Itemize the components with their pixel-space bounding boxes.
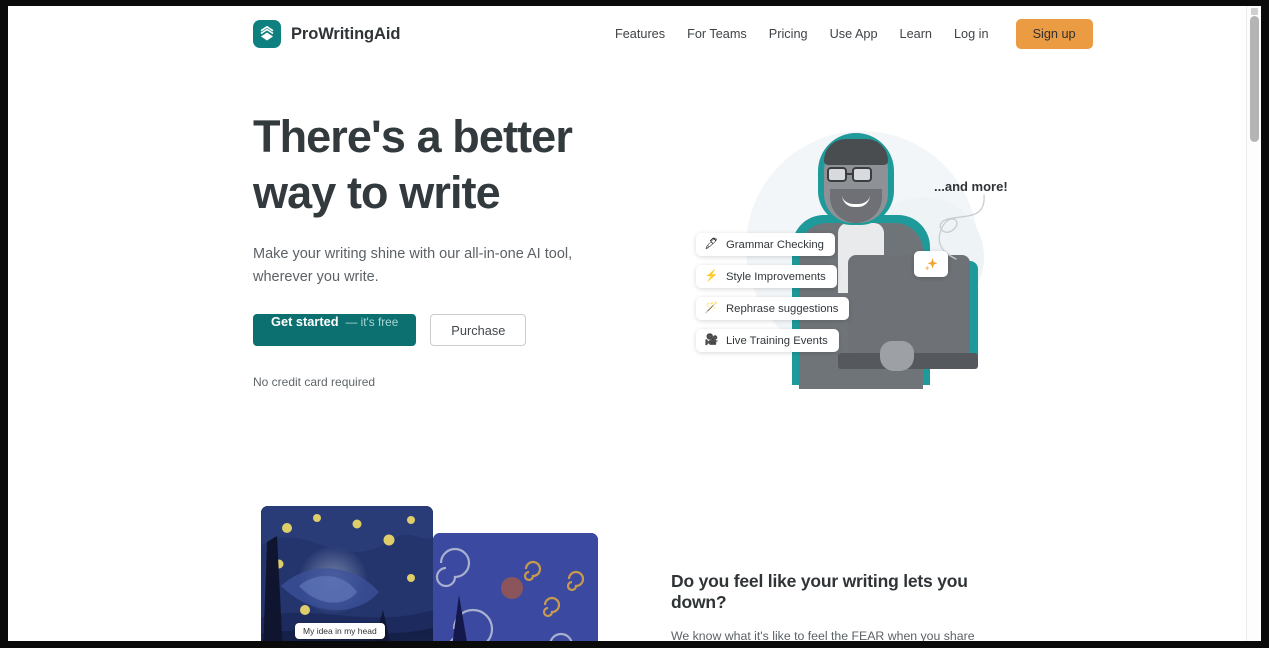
section-heading: Do you feel like your writing lets you d… — [671, 571, 968, 612]
hero-illustration: 🖋 Grammar Checking ⚡ Style Improvements … — [668, 101, 1028, 401]
no-credit-card-note: No credit card required — [253, 375, 376, 389]
hero-cta-group: Get started — it's free Purchase — [253, 314, 527, 346]
section-body-text: We know what it's like to feel the FEAR … — [671, 629, 975, 641]
feature-chip-label: Grammar Checking — [726, 238, 824, 251]
scrollbar-thumb[interactable] — [1250, 16, 1259, 142]
lightning-bolt-icon: ⚡ — [704, 270, 719, 282]
feature-chip-grammar-checking: 🖋 Grammar Checking — [696, 233, 835, 256]
page-title: There's a better way to write — [253, 111, 573, 218]
nav-link-log-in[interactable]: Log in — [943, 21, 1000, 47]
sparkles-icon — [914, 251, 948, 277]
nav-link-learn[interactable]: Learn — [889, 21, 943, 47]
feature-chip-label: Rephrase suggestions — [726, 302, 839, 315]
brand-logo-link[interactable]: ProWritingAid — [253, 20, 400, 48]
person-hand — [880, 341, 914, 371]
laptop-screen — [848, 255, 970, 357]
site-header: ProWritingAid Features For Teams Pricing… — [8, 6, 1246, 62]
feature-chip-label: Live Training Events — [726, 334, 828, 347]
section-text-block: Do you feel like your writing lets you d… — [671, 571, 1016, 641]
sign-up-button[interactable]: Sign up — [1015, 19, 1093, 49]
magic-wand-icon: 🪄 — [704, 302, 719, 314]
nav-link-pricing[interactable]: Pricing — [758, 21, 819, 47]
webpage-content: ProWritingAid Features For Teams Pricing… — [8, 6, 1246, 641]
feather-pen-icon: 🖋 — [704, 238, 719, 250]
browser-viewport: ProWritingAid Features For Teams Pricing… — [8, 6, 1261, 641]
image-caption: My idea in my head — [295, 623, 385, 639]
glasses-left-lens — [827, 167, 847, 182]
starry-night-image-card: My idea in my head — [261, 506, 433, 641]
and-more-annotation: ...and more! — [934, 179, 1008, 194]
get-started-label: Get started — [271, 314, 339, 329]
feature-chip-list: 🖋 Grammar Checking ⚡ Style Improvements … — [696, 233, 850, 352]
brand-name: ProWritingAid — [291, 24, 401, 43]
feature-chip-rephrase-suggestions: 🪄 Rephrase suggestions — [696, 297, 850, 320]
hero-subtitle: Make your writing shine with our all-in-… — [253, 246, 573, 285]
nav-link-features[interactable]: Features — [604, 21, 676, 47]
nav-link-for-teams[interactable]: For Teams — [676, 21, 758, 47]
main-navigation: Features For Teams Pricing Use App Learn… — [604, 19, 1093, 49]
stacked-pages-icon — [253, 20, 281, 48]
hero-text-block: There's a better way to write Make your … — [253, 109, 613, 289]
feature-chip-label: Style Improvements — [726, 270, 826, 283]
glasses-bridge — [847, 173, 852, 175]
browser-window-frame: ProWritingAid Features For Teams Pricing… — [0, 0, 1269, 648]
scrollbar-up-arrow-icon[interactable] — [1251, 8, 1258, 15]
get-started-suffix: — it's free — [345, 315, 399, 329]
simplified-painting-card — [433, 533, 598, 641]
get-started-button[interactable]: Get started — it's free — [253, 314, 417, 346]
person-hair — [824, 139, 888, 165]
vertical-scrollbar[interactable] — [1246, 6, 1261, 641]
purchase-button[interactable]: Purchase — [430, 314, 527, 346]
feature-chip-style-improvements: ⚡ Style Improvements — [696, 265, 837, 288]
nav-link-use-app[interactable]: Use App — [819, 21, 889, 47]
feature-chip-live-training-events: 🎥 Live Training Events — [696, 329, 839, 352]
glasses-right-lens — [852, 167, 872, 182]
film-camera-icon: 🎥 — [704, 334, 719, 346]
